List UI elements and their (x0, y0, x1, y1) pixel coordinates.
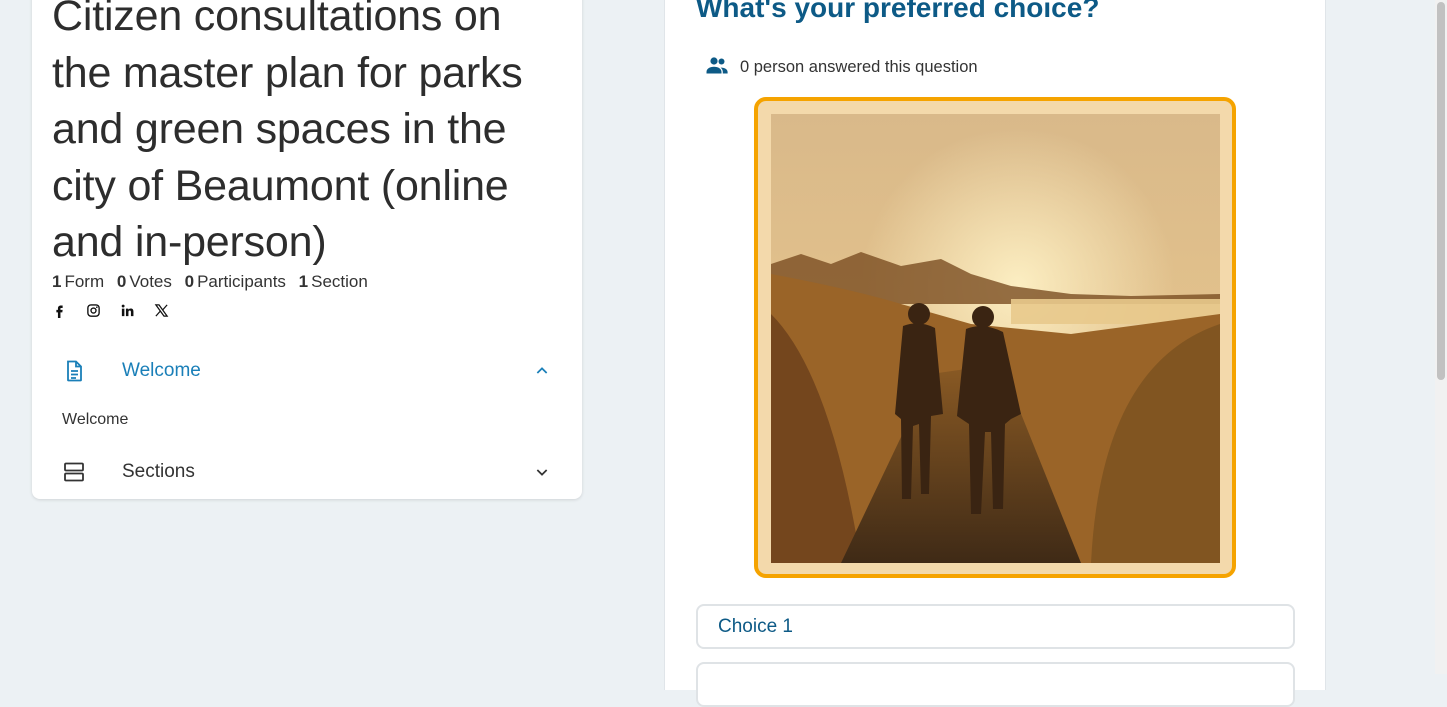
x-icon[interactable] (154, 300, 188, 320)
project-title: Citizen consultations on the master plan… (52, 0, 523, 266)
choice-option-1[interactable]: Choice 1 (696, 604, 1295, 649)
linkedin-icon[interactable] (120, 300, 154, 320)
sections-icon (52, 460, 122, 484)
nav-item-welcome[interactable]: Welcome (52, 349, 562, 393)
stat-sections: 1 Section (298, 272, 368, 291)
stat-forms: 1 Form (52, 272, 105, 291)
instagram-icon[interactable] (86, 300, 120, 320)
choice-image-selected[interactable] (754, 97, 1236, 578)
chevron-down-icon[interactable] (522, 464, 562, 480)
stat-participants: 0 Participants (184, 272, 286, 291)
couple-walking-image (771, 114, 1220, 563)
social-links (52, 300, 188, 320)
nav-item-sections[interactable]: Sections (52, 450, 562, 494)
project-stats: 1 Form 0 Votes 0 Participants 1 Section (52, 272, 376, 292)
nav-label-sections: Sections (122, 461, 195, 482)
question-card: What's your preferred choice? 0 person a… (664, 0, 1326, 707)
stat-votes: 0 Votes (116, 272, 172, 291)
people-icon (705, 53, 740, 82)
project-card: Citizen consultations on the master plan… (32, 0, 582, 499)
nav-label-welcome: Welcome (122, 360, 201, 381)
nav-subitem-welcome[interactable]: Welcome (62, 411, 128, 429)
chevron-up-icon[interactable] (522, 363, 562, 379)
question-title: What's your preferred choice? (696, 0, 1100, 23)
page-scrollbar[interactable] (1435, 0, 1447, 674)
choice-option-2[interactable] (696, 662, 1295, 707)
facebook-icon[interactable] (52, 300, 86, 320)
document-icon (52, 359, 122, 383)
scrollbar-thumb[interactable] (1437, 2, 1445, 380)
answer-count: 0 person answered this question (705, 53, 978, 82)
answer-count-text: 0 person answered this question (740, 58, 978, 76)
